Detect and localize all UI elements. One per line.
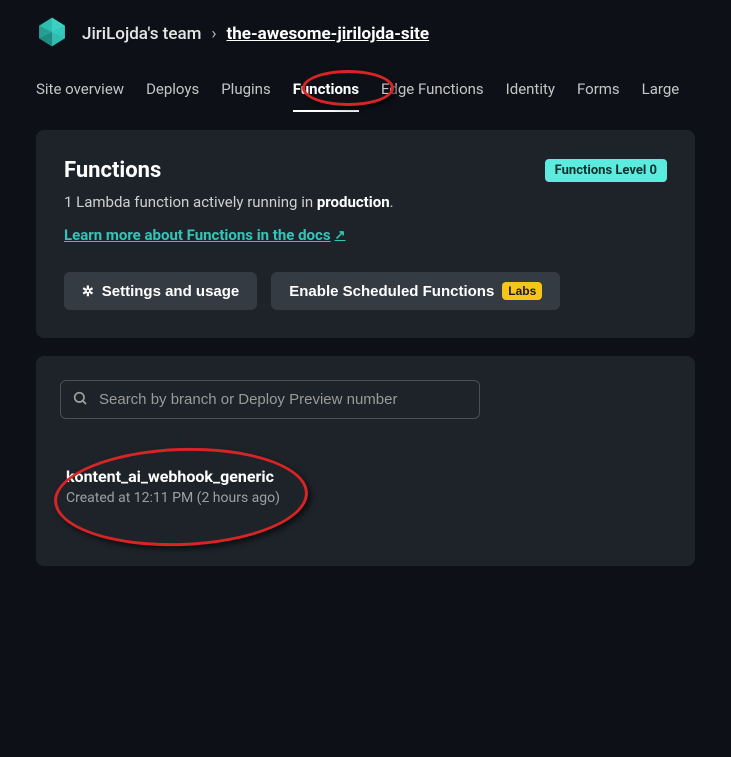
labs-badge: Labs (502, 282, 542, 300)
gear-icon: ✲ (82, 283, 94, 300)
settings-btn-label: Settings and usage (102, 283, 240, 300)
learn-link-text: Learn more about Functions in the docs (64, 226, 331, 244)
tab-forms[interactable]: Forms (577, 80, 620, 112)
env-label: production (317, 193, 390, 211)
breadcrumb-site[interactable]: the-awesome-jirilojda-site (227, 24, 430, 44)
function-created-at: Created at 12:11 PM (2 hours ago) (66, 490, 671, 506)
function-name: kontent_ai_webhook_generic (66, 467, 671, 486)
site-tabs: Site overview Deploys Plugins Functions … (0, 60, 731, 112)
page-title: Functions (64, 158, 161, 183)
tab-identity[interactable]: Identity (506, 80, 555, 112)
breadcrumb-team[interactable]: JiriLojda's team (82, 24, 201, 44)
settings-and-usage-button[interactable]: ✲ Settings and usage (64, 272, 257, 310)
tab-site-overview[interactable]: Site overview (36, 80, 124, 112)
tab-edge-functions[interactable]: Edge Functions (381, 80, 484, 112)
learn-more-link[interactable]: Learn more about Functions in the docs ↗ (64, 226, 345, 244)
tab-deploys[interactable]: Deploys (146, 80, 199, 112)
scheduled-btn-label: Enable Scheduled Functions (289, 283, 494, 300)
functions-level-badge[interactable]: Functions Level 0 (545, 159, 667, 182)
functions-count-text: 1 Lambda function actively running in pr… (64, 193, 667, 211)
netlify-logo-icon (36, 16, 68, 52)
enable-scheduled-functions-button[interactable]: Enable Scheduled Functions Labs (271, 272, 560, 310)
breadcrumb: JiriLojda's team › the-awesome-jirilojda… (82, 24, 429, 44)
tab-plugins[interactable]: Plugins (221, 80, 270, 112)
functions-list-card: kontent_ai_webhook_generic Created at 12… (36, 356, 695, 566)
tab-functions[interactable]: Functions (293, 80, 359, 112)
functions-summary-card: Functions Functions Level 0 1 Lambda fun… (36, 130, 695, 338)
search-input[interactable] (60, 380, 480, 419)
count-prefix: 1 Lambda function actively running in (64, 193, 317, 211)
function-list-item[interactable]: kontent_ai_webhook_generic Created at 12… (66, 467, 671, 506)
period: . (390, 193, 394, 211)
tab-large[interactable]: Large (642, 80, 680, 112)
chevron-right-icon: › (211, 24, 216, 44)
external-link-icon: ↗ (335, 228, 346, 243)
search-icon (72, 390, 88, 410)
